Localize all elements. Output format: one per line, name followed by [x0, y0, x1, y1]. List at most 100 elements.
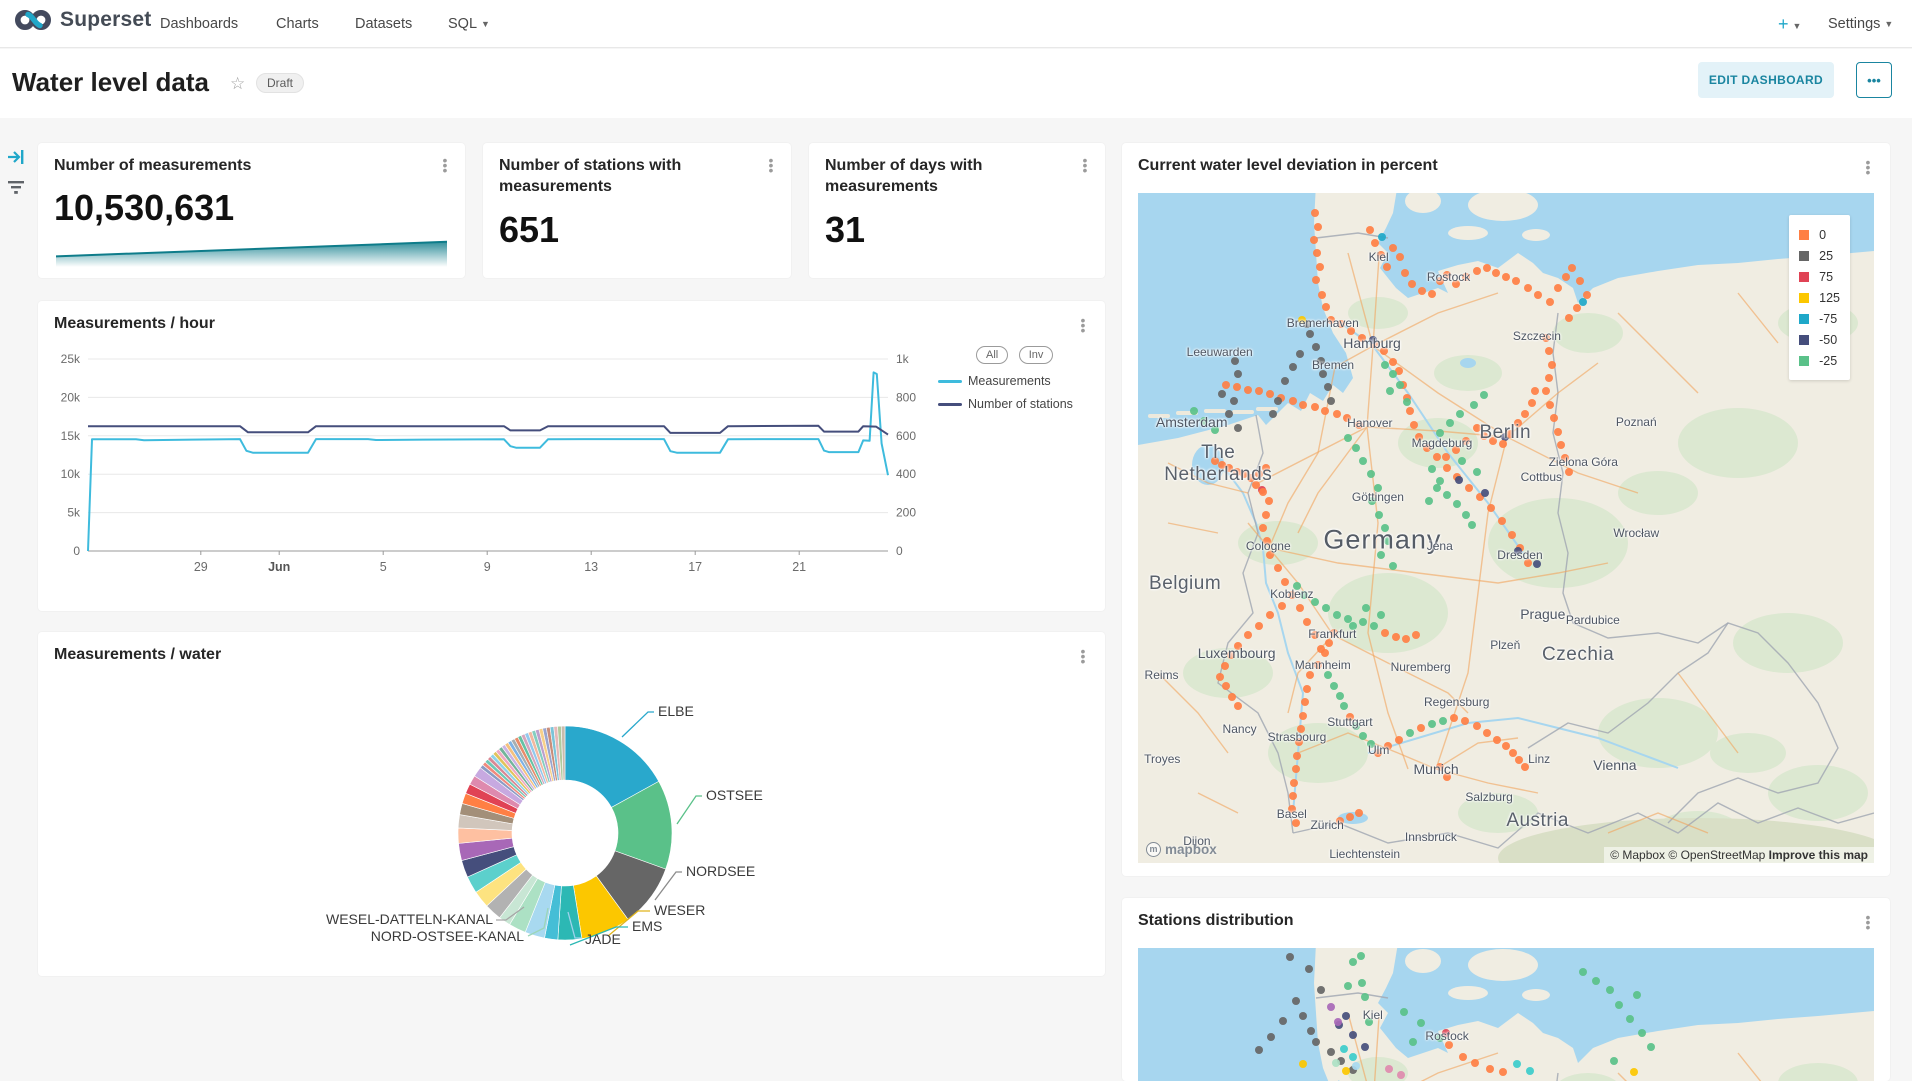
- map-city-label: Regensburg: [1424, 695, 1489, 709]
- legend-swatch: [1799, 272, 1809, 282]
- nav-sql[interactable]: SQL▼: [448, 0, 490, 48]
- card-stations-distribution: Stations distribution ••• Kiel Rostock: [1122, 898, 1890, 1081]
- svg-text:600: 600: [896, 429, 916, 443]
- metric-value: 31: [825, 209, 865, 251]
- map-city-label: Poznań: [1616, 415, 1657, 429]
- chart-options-icon[interactable]: •••: [1075, 317, 1091, 337]
- map-city-label: Luxembourg: [1198, 645, 1276, 661]
- map-city-label: The Netherlands: [1164, 442, 1272, 486]
- filter-icon[interactable]: [6, 178, 26, 198]
- chart-title: Stations distribution: [1138, 912, 1294, 930]
- svg-text:200: 200: [896, 506, 916, 520]
- map-legend-item[interactable]: -75: [1799, 308, 1840, 329]
- mapbox-logo[interactable]: mmapbox: [1146, 842, 1217, 857]
- superset-logo[interactable]: Superset: [14, 8, 151, 32]
- map-city-label: Stuttgart: [1327, 715, 1372, 729]
- map-city-label: Zürich: [1310, 818, 1343, 832]
- map-city-label: Strasbourg: [1268, 730, 1327, 744]
- svg-text:0: 0: [73, 544, 80, 558]
- map-legend: 02575 125 -75 -50 -25: [1789, 215, 1850, 380]
- metric-title: Number of measurements: [54, 155, 429, 176]
- metric-value: 651: [499, 209, 559, 251]
- map-city-label: Cottbus: [1521, 470, 1562, 484]
- map-city-label: Nancy: [1223, 722, 1257, 736]
- svg-text:10k: 10k: [61, 467, 81, 481]
- map-city-label: Basel: [1277, 807, 1307, 821]
- chevron-down-icon: ▼: [1793, 21, 1802, 31]
- map-city-label: Czechia: [1542, 644, 1614, 666]
- svg-text:17: 17: [688, 560, 702, 574]
- svg-text:Jun: Jun: [268, 560, 290, 574]
- chart-options-icon[interactable]: •••: [437, 157, 453, 177]
- map-city-label: Troyes: [1144, 752, 1180, 766]
- mapbox-attribution-link[interactable]: © Mapbox: [1610, 848, 1665, 862]
- legend-all-button[interactable]: All: [976, 346, 1008, 364]
- legend-swatch: [1799, 314, 1809, 324]
- map-city-label: Frankfurt: [1308, 627, 1356, 641]
- legend-item-number-of-stations[interactable]: Number of stations: [938, 397, 1073, 411]
- chart-options-icon[interactable]: •••: [1860, 914, 1876, 934]
- map-legend-item[interactable]: 25: [1799, 245, 1840, 266]
- map-city-label: Leeuwarden: [1187, 345, 1253, 359]
- nav-datasets[interactable]: Datasets: [355, 0, 412, 48]
- map-legend-item[interactable]: 75: [1799, 266, 1840, 287]
- improve-map-link[interactable]: Improve this map: [1769, 848, 1868, 862]
- map-city-label: Kiel: [1369, 250, 1389, 264]
- edit-dashboard-button[interactable]: EDIT DASHBOARD: [1698, 62, 1834, 98]
- legend-value: -25: [1819, 354, 1837, 368]
- chart-options-icon[interactable]: •••: [1077, 157, 1093, 177]
- map-legend-item[interactable]: -50: [1799, 329, 1840, 350]
- legend-inv-button[interactable]: Inv: [1019, 346, 1054, 364]
- map-city-label: Rostock: [1427, 270, 1470, 284]
- map-city-label: Ulm: [1368, 743, 1389, 757]
- svg-text:0: 0: [896, 544, 903, 558]
- legend-swatch: [1799, 230, 1809, 240]
- map-city-label: Kiel: [1363, 1008, 1383, 1022]
- map-city-label: Innsbruck: [1405, 830, 1457, 844]
- deviation-map[interactable]: KielRostockSzczecinLeeuwardenBremerhaven…: [1138, 193, 1874, 863]
- legend-item-measurements[interactable]: Measurements: [938, 374, 1051, 388]
- filter-bar-collapsed: [0, 118, 30, 1081]
- map-city-label: Austria: [1506, 810, 1569, 832]
- map-city-label: Germany: [1323, 525, 1441, 556]
- osm-attribution-link[interactable]: © OpenStreetMap: [1668, 848, 1765, 862]
- map-legend-item[interactable]: 125: [1799, 287, 1840, 308]
- map-city-label: Liechtenstein: [1329, 847, 1400, 861]
- map-city-label: Bremerhaven: [1287, 316, 1359, 330]
- metric-title: Number of days with measurements: [825, 155, 1069, 197]
- map-city-label: Jena: [1427, 539, 1453, 553]
- draft-badge: Draft: [256, 73, 304, 93]
- svg-text:9: 9: [484, 560, 491, 574]
- brand-name: Superset: [60, 8, 151, 32]
- map-city-label: Zielona Góra: [1549, 455, 1618, 469]
- map-city-label: Pardubice: [1566, 613, 1620, 627]
- map-legend-item[interactable]: 0: [1799, 224, 1840, 245]
- map-city-label: Cologne: [1246, 539, 1291, 553]
- svg-text:5k: 5k: [67, 506, 81, 520]
- stations-map[interactable]: Kiel Rostock: [1138, 948, 1874, 1081]
- nav-dashboards[interactable]: Dashboards: [160, 0, 238, 48]
- legend-swatch: [938, 380, 962, 383]
- svg-text:21: 21: [792, 560, 806, 574]
- legend-swatch: [1799, 335, 1809, 345]
- add-new-button[interactable]: +▼: [1778, 0, 1801, 48]
- svg-text:5: 5: [380, 560, 387, 574]
- map-city-label: Mannheim: [1295, 658, 1351, 672]
- chart-options-icon[interactable]: •••: [1860, 159, 1876, 179]
- map-legend-item[interactable]: -25: [1799, 350, 1840, 371]
- dashboard-more-button[interactable]: •••: [1856, 62, 1892, 98]
- map-city-label: Koblenz: [1270, 587, 1313, 601]
- expand-filter-bar-icon[interactable]: [6, 148, 26, 166]
- card-number-of-measurements: Number of measurements ••• 10,530,631: [38, 143, 465, 278]
- nav-charts[interactable]: Charts: [276, 0, 319, 48]
- favorite-star-icon[interactable]: ☆: [230, 74, 245, 94]
- metric-title: Number of stations with measurements: [499, 155, 755, 197]
- map-city-label: Magdeburg: [1412, 436, 1473, 450]
- legend-value: -50: [1819, 333, 1837, 347]
- map-city-label: Hamburg: [1343, 335, 1401, 351]
- nav-settings[interactable]: Settings▼: [1828, 0, 1893, 48]
- chart-options-icon[interactable]: •••: [763, 157, 779, 177]
- card-water-level-deviation-map: Current water level deviation in percent…: [1122, 143, 1890, 876]
- map-city-label: Rostock: [1425, 1029, 1468, 1043]
- legend-value: 125: [1819, 291, 1840, 305]
